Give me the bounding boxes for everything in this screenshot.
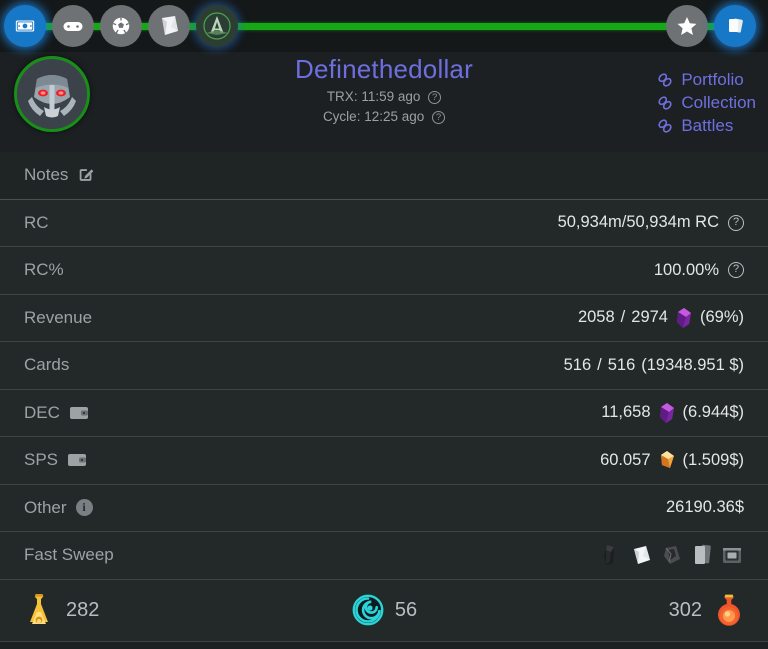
sweep-icon-chest[interactable] xyxy=(720,543,744,567)
row-revenue-label: Revenue xyxy=(24,307,93,327)
nav-ball-icon[interactable] xyxy=(100,5,142,47)
row-rc-percent-value: 100.00% xyxy=(653,260,719,279)
fast-sweep-icon-group xyxy=(600,543,744,567)
sps-crystal-icon xyxy=(660,451,674,469)
sweep-icon-rough-pack[interactable] xyxy=(660,543,684,567)
row-other-value: 26190.36$ xyxy=(666,498,744,517)
trx-help-icon[interactable]: ? xyxy=(428,91,442,104)
row-rc-percent-value-group: 100.00% ? xyxy=(654,261,744,280)
trx-value: 11:59 ago xyxy=(361,89,421,104)
cycle-line: Cycle: 12:25 ago ? xyxy=(0,108,768,125)
nav-star-icon[interactable] xyxy=(666,5,708,47)
nav-cards-icon[interactable] xyxy=(714,5,756,47)
resource-voucher-value: 56 xyxy=(394,598,418,621)
rc-help-icon[interactable]: ? xyxy=(728,214,744,231)
link-battles-label: Battles xyxy=(681,116,734,135)
dec-crystal-icon xyxy=(659,402,674,423)
row-sps-value-group: 60.057 (1.509$) xyxy=(600,449,744,471)
row-cards-current: 516 xyxy=(563,355,592,374)
row-dec-usd: (6.944$) xyxy=(682,403,744,422)
link-collection-label: Collection xyxy=(681,93,756,112)
row-notes-label-group: Notes xyxy=(24,165,95,185)
row-rc-label: RC xyxy=(24,212,49,232)
row-dec-label-group: DEC xyxy=(24,403,89,423)
row-other-label-group: Other i xyxy=(24,498,93,518)
chain-link-icon xyxy=(658,73,672,87)
row-sps-usd: (1.509$) xyxy=(682,450,744,469)
resource-red-potion-value: 302 xyxy=(668,598,702,621)
trx-line: TRX: 11:59 ago ? xyxy=(0,88,768,105)
sweep-icon-dark-pack[interactable] xyxy=(600,543,622,567)
rc-percent-help-icon[interactable]: ? xyxy=(728,262,744,279)
nav-pack-icon[interactable] xyxy=(148,5,190,47)
resource-red-potion[interactable]: 302 xyxy=(505,590,746,630)
profile-title-block: Definethedollar TRX: 11:59 ago ? Cycle: … xyxy=(0,54,768,125)
row-sps[interactable]: SPS 60.057 (1.509$) xyxy=(0,437,768,485)
row-rc-percent-label: RC% xyxy=(24,260,64,280)
row-dec-amount: 11,658 xyxy=(601,403,651,422)
cycle-help-icon[interactable]: ? xyxy=(432,111,446,124)
resource-gold-potion-value: 282 xyxy=(66,598,100,621)
voucher-icon xyxy=(352,594,384,626)
row-rc-value: 50,934m/50,934m RC xyxy=(557,213,719,232)
row-fast-sweep-label: Fast Sweep xyxy=(24,545,114,565)
row-sps-label-group: SPS xyxy=(24,450,87,470)
row-revenue-separator: / xyxy=(620,308,626,327)
external-links: Portfolio Collection Battles xyxy=(656,70,756,136)
resource-voucher[interactable]: 56 xyxy=(263,593,504,627)
row-other[interactable]: Other i 26190.36$ xyxy=(0,484,768,532)
row-cards-value-group: 516 / 516 (19348.951 $) xyxy=(564,356,744,375)
chain-link-icon xyxy=(658,119,672,133)
nav-archon-icon[interactable] xyxy=(196,5,238,47)
row-rc[interactable]: RC 50,934m/50,934m RC ? xyxy=(0,199,768,247)
link-battles[interactable]: Battles xyxy=(656,116,756,136)
row-cards-total: 516 xyxy=(607,355,636,374)
sweep-icon-white-pack[interactable] xyxy=(629,543,653,567)
row-other-label: Other xyxy=(24,497,67,517)
row-revenue-pct: (69%) xyxy=(699,308,744,327)
cycle-label: Cycle: xyxy=(322,109,361,124)
row-revenue[interactable]: Revenue 2058 / 2974 (69%) xyxy=(0,294,768,342)
resource-bar: 282 56 302 xyxy=(0,579,768,642)
link-portfolio[interactable]: Portfolio xyxy=(656,70,756,90)
gold-potion-icon xyxy=(30,594,48,624)
row-rc-percent[interactable]: RC% 100.00% ? xyxy=(0,247,768,295)
chain-link-icon xyxy=(658,96,672,110)
row-dec-value-group: 11,658 (6.944$) xyxy=(601,402,744,424)
sweep-icon-card-pair[interactable] xyxy=(691,543,713,567)
row-notes-label: Notes xyxy=(24,165,69,185)
dec-crystal-icon xyxy=(676,307,691,328)
row-revenue-total: 2974 xyxy=(631,308,668,327)
page-title: Definethedollar xyxy=(295,54,473,84)
nav-cash-icon[interactable] xyxy=(4,5,46,47)
red-potion-icon xyxy=(717,594,740,626)
link-collection[interactable]: Collection xyxy=(656,93,756,113)
cycle-value: 12:25 ago xyxy=(364,109,425,124)
row-cards[interactable]: Cards 516 / 516 (19348.951 $) xyxy=(0,342,768,390)
top-navigation-bar xyxy=(0,0,768,52)
row-rc-value-group: 50,934m/50,934m RC ? xyxy=(558,213,744,232)
nav-gamepad-icon[interactable] xyxy=(52,5,94,47)
row-cards-separator: / xyxy=(597,355,602,374)
row-cards-label: Cards xyxy=(24,355,70,375)
row-sps-amount: 60.057 xyxy=(600,450,651,469)
wallet-icon[interactable] xyxy=(69,405,89,421)
resource-gold-potion[interactable]: 282 xyxy=(22,590,263,630)
profile-header: Definethedollar TRX: 11:59 ago ? Cycle: … xyxy=(0,52,768,152)
trx-label: TRX: xyxy=(326,89,358,104)
row-cards-usd: (19348.951 $) xyxy=(641,355,744,374)
row-fast-sweep[interactable]: Fast Sweep xyxy=(0,532,768,580)
row-revenue-current: 2058 xyxy=(577,308,615,327)
row-notes[interactable]: Notes xyxy=(0,152,768,200)
edit-pencil-icon[interactable] xyxy=(77,166,95,184)
wallet-icon[interactable] xyxy=(67,452,87,468)
row-revenue-value-group: 2058 / 2974 (69%) xyxy=(578,307,744,329)
info-icon[interactable]: i xyxy=(75,499,93,517)
row-dec-label: DEC xyxy=(24,402,60,422)
stats-list: Notes RC 50,934m/50,934m RC ? RC% 100.00… xyxy=(0,152,768,580)
row-sps-label: SPS xyxy=(24,450,59,470)
row-dec[interactable]: DEC 11,658 (6.944$) xyxy=(0,389,768,437)
link-portfolio-label: Portfolio xyxy=(681,70,744,89)
